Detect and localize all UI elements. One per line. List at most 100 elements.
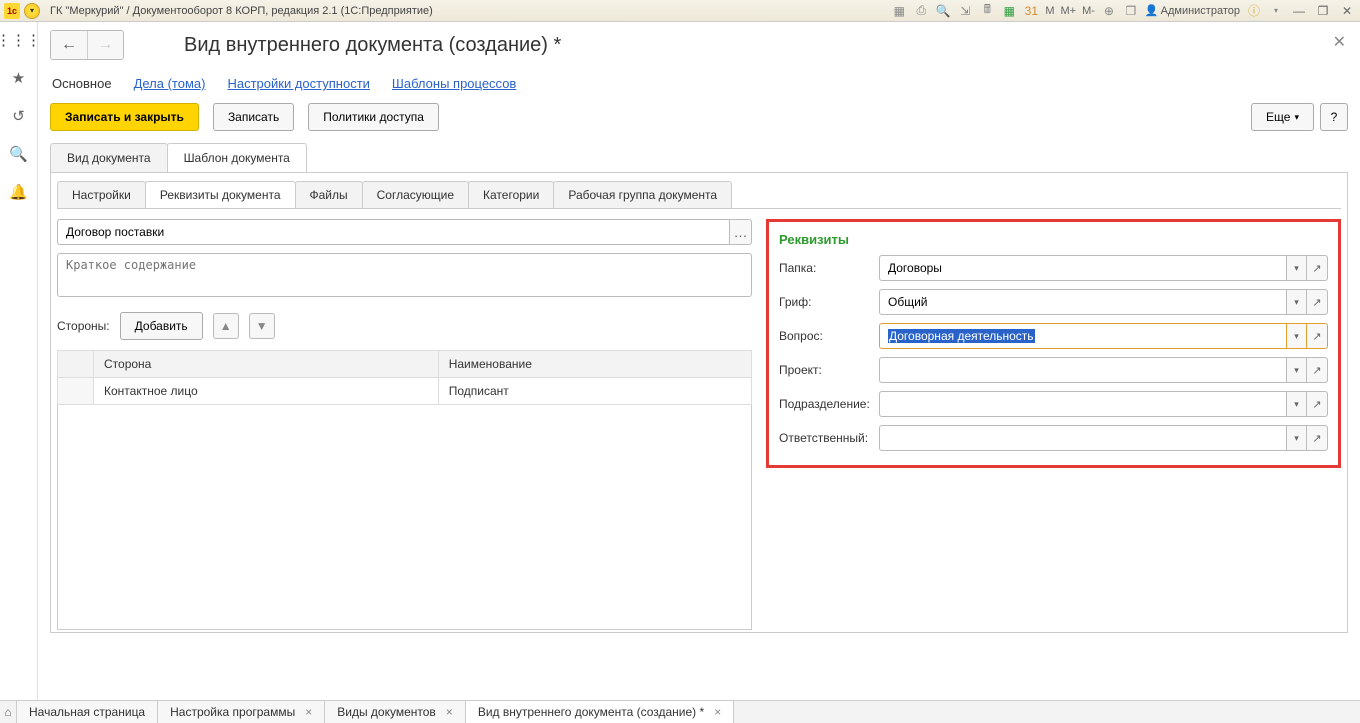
resp-input[interactable] [879, 425, 1286, 451]
dept-dropdown-icon[interactable]: ▾ [1286, 391, 1306, 417]
window-minimize-button[interactable]: — [1290, 3, 1308, 19]
tab1-template[interactable]: Шаблон документа [167, 143, 307, 172]
chevron-down-icon: ▾ [1294, 112, 1299, 123]
table-row[interactable]: Контактное лицо Подписант [58, 378, 752, 405]
col-name[interactable]: Наименование [438, 351, 751, 378]
window-restore-button[interactable]: ❐ [1314, 3, 1332, 19]
resp-dropdown-icon[interactable]: ▾ [1286, 425, 1306, 451]
toolbar-m[interactable]: M [1045, 5, 1054, 17]
sides-label: Стороны: [57, 319, 110, 333]
question-dropdown-icon[interactable]: ▾ [1286, 323, 1306, 349]
cell-name[interactable]: Подписант [438, 378, 751, 405]
grif-dropdown-icon[interactable]: ▾ [1286, 289, 1306, 315]
tab2-categories[interactable]: Категории [468, 181, 554, 208]
doc-name-open-button[interactable]: … [730, 219, 752, 245]
toolbar-m-minus[interactable]: M- [1082, 5, 1095, 17]
nav-forward-button[interactable]: → [87, 31, 123, 59]
question-selected-text: Договорная деятельность [888, 329, 1035, 343]
user-label[interactable]: 👤 Администратор [1145, 4, 1240, 17]
page-close-button[interactable]: ✕ [1333, 32, 1346, 52]
table-empty-area [57, 405, 752, 630]
resp-label: Ответственный: [779, 431, 879, 445]
col-side[interactable]: Сторона [94, 351, 439, 378]
toolbar-info-dd-icon[interactable]: ▾ [1268, 3, 1284, 19]
navlink-templates[interactable]: Шаблоны процессов [392, 76, 516, 91]
page-title: Вид внутреннего документа (создание) * [184, 34, 561, 57]
dept-label: Подразделение: [779, 397, 879, 411]
sidebar-history-icon[interactable]: ↺ [9, 106, 29, 126]
save-close-button[interactable]: Записать и закрыть [50, 103, 199, 131]
tab-close-icon[interactable]: × [305, 705, 312, 719]
tabs-level2: Настройки Реквизиты документа Файлы Согл… [57, 181, 1341, 209]
col-num [58, 351, 94, 378]
toolbar-save-icon[interactable]: ▦ [891, 3, 907, 19]
grif-open-icon[interactable]: ↗ [1306, 289, 1328, 315]
toolbar-calendar-icon[interactable]: ▦ [1001, 3, 1017, 19]
tab2-files[interactable]: Файлы [295, 181, 363, 208]
bottom-tab-current[interactable]: Вид внутреннего документа (создание) *× [466, 701, 734, 723]
folder-open-icon[interactable]: ↗ [1306, 255, 1328, 281]
bottom-tab-settings[interactable]: Настройка программы × [158, 701, 325, 723]
tab-close-icon[interactable]: × [714, 705, 721, 719]
navlink-access[interactable]: Настройки доступности [227, 76, 369, 91]
dept-open-icon[interactable]: ↗ [1306, 391, 1328, 417]
toolbar-m-plus[interactable]: M+ [1061, 5, 1077, 17]
bottom-tab-doc-types[interactable]: Виды документов× [325, 701, 466, 723]
tab2-approvers[interactable]: Согласующие [362, 181, 469, 208]
help-button[interactable]: ? [1320, 103, 1348, 131]
tabs-level1: Вид документа Шаблон документа [50, 143, 1348, 173]
sidebar-bell-icon[interactable]: 🔔 [9, 182, 29, 202]
toolbar-info-icon[interactable]: ⓘ [1246, 3, 1262, 19]
dept-input[interactable] [879, 391, 1286, 417]
project-open-icon[interactable]: ↗ [1306, 357, 1328, 383]
bottom-tab-label: Настройка программы [170, 705, 295, 719]
more-button[interactable]: Еще▾ [1251, 103, 1314, 131]
sides-down-button[interactable]: ▼ [249, 313, 275, 339]
tab2-settings[interactable]: Настройки [57, 181, 146, 208]
summary-textarea[interactable] [57, 253, 752, 297]
sides-add-button[interactable]: Добавить [120, 312, 203, 340]
title-dropdown-icon[interactable]: ▾ [24, 3, 40, 19]
bottom-tab-label: Начальная страница [29, 705, 145, 719]
save-button[interactable]: Записать [213, 103, 294, 131]
rekv-panel: Реквизиты Папка: ▾ ↗ Гриф: [766, 219, 1341, 468]
navlink-main[interactable]: Основное [52, 76, 112, 91]
tab2-workgroup[interactable]: Рабочая группа документа [553, 181, 732, 208]
doc-name-input[interactable] [57, 219, 730, 245]
grif-input[interactable] [879, 289, 1286, 315]
toolbar-print-icon[interactable]: ⎙ [913, 3, 929, 19]
project-dropdown-icon[interactable]: ▾ [1286, 357, 1306, 383]
nav-back-button[interactable]: ← [51, 31, 87, 59]
resp-open-icon[interactable]: ↗ [1306, 425, 1328, 451]
question-open-icon[interactable]: ↗ [1306, 323, 1328, 349]
folder-dropdown-icon[interactable]: ▾ [1286, 255, 1306, 281]
home-icon[interactable]: ⌂ [0, 701, 17, 723]
tab2-rekv[interactable]: Реквизиты документа [145, 181, 296, 208]
question-input[interactable]: Договорная деятельность [879, 323, 1286, 349]
toolbar-calc-icon[interactable]: 🖩 [979, 3, 995, 19]
sidebar-search-icon[interactable]: 🔍 [9, 144, 29, 164]
bottom-tabs: ⌂ Начальная страница Настройка программы… [0, 700, 1360, 723]
folder-input[interactable] [879, 255, 1286, 281]
toolbar-zoom-icon[interactable]: ⊕ [1101, 3, 1117, 19]
toolbar-date-icon[interactable]: 31 [1023, 3, 1039, 19]
sidebar-apps-icon[interactable]: ⋮⋮⋮ [9, 30, 29, 50]
tab1-doc-type[interactable]: Вид документа [50, 143, 168, 172]
window-close-button[interactable]: ✕ [1338, 3, 1356, 19]
toolbar-compare-icon[interactable]: ⇲ [957, 3, 973, 19]
project-input[interactable] [879, 357, 1286, 383]
sidebar-star-icon[interactable]: ★ [9, 68, 29, 88]
bottom-tab-start[interactable]: Начальная страница [17, 701, 158, 723]
toolbar-preview-icon[interactable]: 🔍 [935, 3, 951, 19]
policies-button[interactable]: Политики доступа [308, 103, 439, 131]
tab-close-icon[interactable]: × [446, 705, 453, 719]
navlink-dela[interactable]: Дела (тома) [134, 76, 206, 91]
folder-label: Папка: [779, 261, 879, 275]
cell-side[interactable]: Контактное лицо [94, 378, 439, 405]
title-bar: 1c ▾ ГК "Меркурий" / Документооборот 8 К… [0, 0, 1360, 22]
nav-links: Основное Дела (тома) Настройки доступнос… [52, 76, 1348, 91]
user-icon: 👤 [1145, 4, 1159, 17]
sides-up-button[interactable]: ▲ [213, 313, 239, 339]
toolbar-windows-icon[interactable]: ❐ [1123, 3, 1139, 19]
question-label: Вопрос: [779, 329, 879, 343]
